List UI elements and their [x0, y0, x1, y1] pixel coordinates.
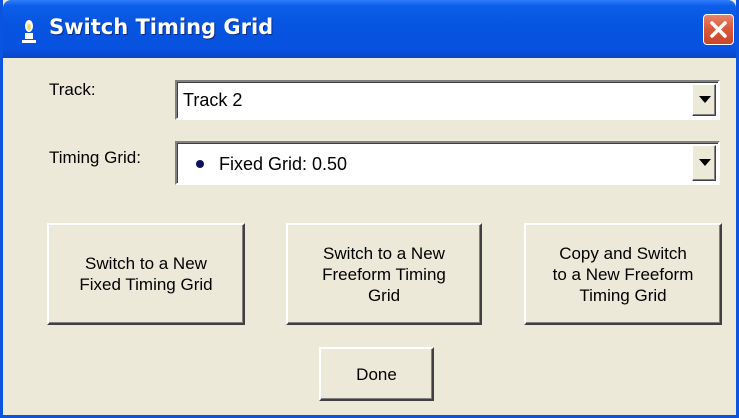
track-label: Track:	[49, 80, 96, 99]
title-bar[interactable]: Switch Timing Grid	[3, 0, 736, 58]
track-select[interactable]: Track 2	[175, 80, 720, 120]
done-label: Done	[356, 364, 397, 384]
timing-grid-dropdown-button[interactable]	[692, 145, 716, 181]
copy-switch-freeform-grid-button[interactable]: Copy and Switch to a New Freeform Timing…	[524, 223, 722, 325]
close-button[interactable]	[703, 14, 734, 45]
switch-new-fixed-grid-label: Switch to a New Fixed Timing Grid	[79, 254, 213, 294]
switch-new-freeform-grid-label: Switch to a New Freeform Timing Grid	[322, 243, 446, 305]
switch-new-fixed-grid-button[interactable]: Switch to a New Fixed Timing Grid	[47, 223, 245, 325]
window-title: Switch Timing Grid	[49, 15, 274, 39]
timing-grid-label: Timing Grid:	[49, 148, 141, 167]
bullet-icon	[196, 160, 204, 168]
done-button[interactable]: Done	[319, 347, 434, 401]
switch-new-freeform-grid-button[interactable]: Switch to a New Freeform Timing Grid	[286, 223, 482, 325]
track-dropdown-button[interactable]	[692, 84, 716, 116]
track-select-value: Track 2	[183, 90, 243, 110]
timing-grid-select[interactable]: Fixed Grid: 0.50	[175, 141, 720, 185]
copy-switch-freeform-grid-label: Copy and Switch to a New Freeform Timing…	[552, 243, 694, 305]
timing-grid-select-value: Fixed Grid: 0.50	[219, 154, 348, 174]
candle-icon	[19, 20, 39, 44]
dialog-window: Switch Timing Grid Track: Track 2 Timing…	[0, 0, 739, 418]
